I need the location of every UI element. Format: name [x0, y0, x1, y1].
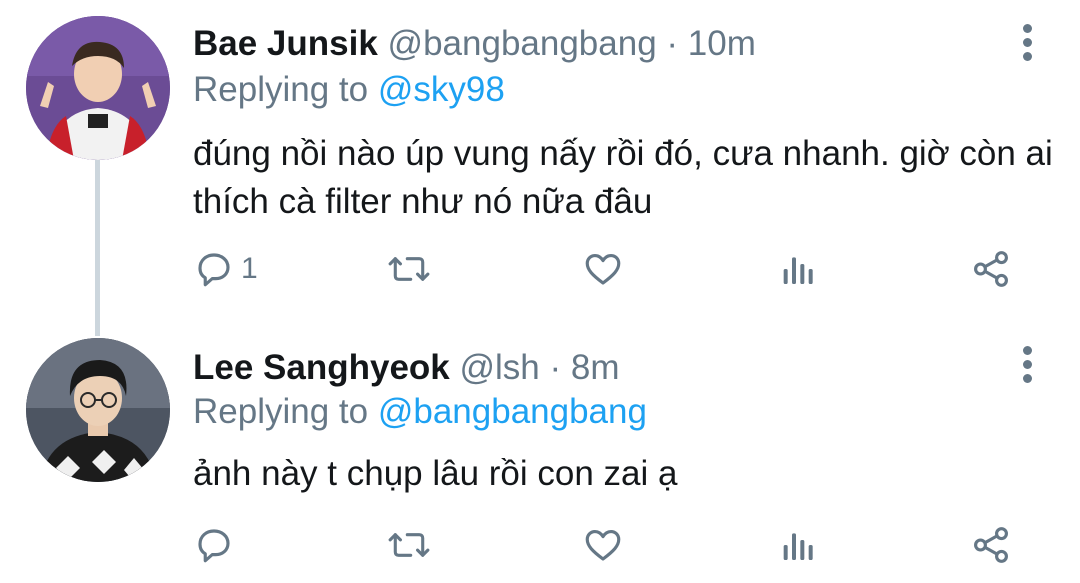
share-button[interactable] — [970, 244, 1012, 294]
heart-icon — [581, 248, 625, 290]
share-icon — [970, 248, 1012, 290]
replying-to-mention[interactable]: @bangbangbang — [378, 392, 647, 431]
avatar[interactable] — [26, 338, 170, 482]
reply-icon — [193, 248, 235, 290]
like-button[interactable] — [581, 520, 625, 570]
meta-separator: · — [549, 348, 562, 387]
replying-to-mention[interactable]: @sky98 — [378, 70, 505, 109]
tweet-time[interactable]: 8m — [571, 348, 620, 387]
tweet-time[interactable]: 10m — [688, 24, 756, 63]
reply-button[interactable] — [193, 520, 241, 570]
replying-to-label: Replying to — [193, 392, 369, 431]
retweet-button[interactable] — [385, 520, 433, 570]
tweet[interactable]: Lee Sanghyeok @lsh · 8m Replying to @ban… — [0, 330, 1080, 583]
reply-button[interactable]: 1 — [193, 244, 258, 294]
author-name[interactable]: Bae Junsik — [193, 24, 378, 63]
like-button[interactable] — [581, 244, 625, 294]
tweet-actions — [0, 520, 1080, 570]
author-handle[interactable]: @bangbangbang — [388, 24, 657, 63]
avatar[interactable] — [26, 16, 170, 160]
analytics-icon — [777, 524, 817, 566]
analytics-icon — [777, 248, 817, 290]
tweet-header: Lee Sanghyeok @lsh · 8m — [193, 346, 620, 390]
tweet-header: Bae Junsik @bangbangbang · 10m — [193, 22, 756, 66]
retweet-icon — [385, 524, 433, 566]
share-icon — [970, 524, 1012, 566]
tweet-text: ảnh này t chụp lâu rồi con zai ạ — [193, 454, 678, 493]
author-name[interactable]: Lee Sanghyeok — [193, 348, 450, 387]
more-vertical-icon[interactable] — [1020, 24, 1034, 64]
meta-separator: · — [666, 24, 679, 63]
analytics-button[interactable] — [777, 520, 817, 570]
retweet-button[interactable] — [385, 244, 433, 294]
replying-to-label: Replying to — [193, 70, 369, 109]
share-button[interactable] — [970, 520, 1012, 570]
retweet-icon — [385, 248, 433, 290]
tweet[interactable]: Bae Junsik @bangbangbang · 10m Replying … — [0, 0, 1080, 310]
heart-icon — [581, 524, 625, 566]
reply-count: 1 — [241, 252, 258, 285]
reply-icon — [193, 524, 235, 566]
analytics-button[interactable] — [777, 244, 817, 294]
tweet-text: đúng nồi nào úp vung nấy rồi đó, cưa nha… — [193, 134, 1053, 221]
replying-to: Replying to @sky98 — [193, 68, 505, 112]
author-handle[interactable]: @lsh — [460, 348, 540, 387]
more-vertical-icon[interactable] — [1020, 346, 1034, 386]
tweet-actions: 1 — [0, 244, 1080, 294]
replying-to: Replying to @bangbangbang — [193, 390, 647, 434]
